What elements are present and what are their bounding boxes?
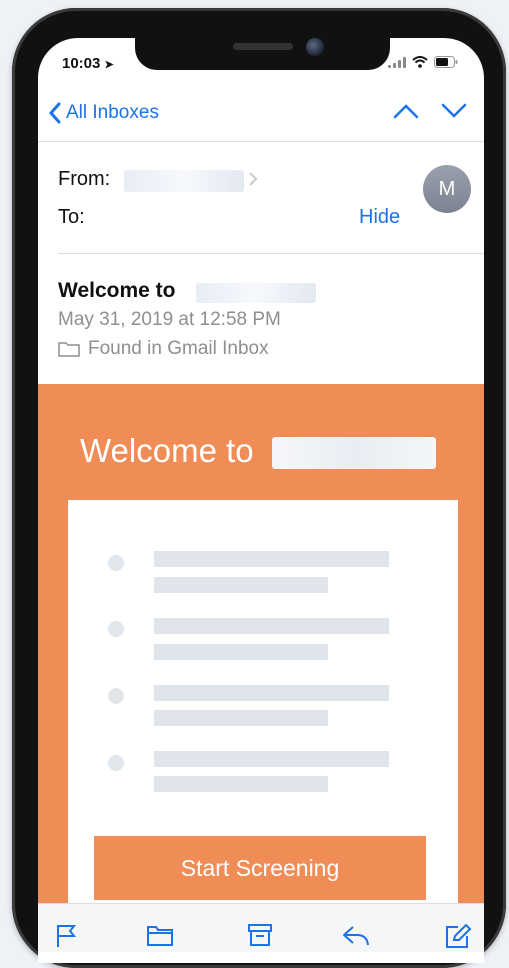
- sender-name-redacted[interactable]: [124, 170, 244, 192]
- message-navigation: [393, 103, 467, 119]
- to-label: To:: [58, 206, 85, 228]
- folder-label: Found in Gmail Inbox: [88, 338, 269, 359]
- chevron-down-icon[interactable]: [441, 103, 467, 119]
- placeholder-line: [154, 551, 389, 567]
- status-icons: [388, 56, 458, 68]
- header-divider: [58, 253, 484, 254]
- chevron-left-icon: [48, 102, 61, 124]
- avatar-initial: M: [438, 177, 456, 200]
- placeholder-bullet: [108, 755, 124, 771]
- chevron-up-icon[interactable]: [393, 103, 419, 119]
- banner-name-redacted: [272, 437, 436, 469]
- folder-icon[interactable]: [146, 923, 174, 947]
- battery-icon: [434, 56, 458, 68]
- placeholder-bullet: [108, 555, 124, 571]
- placeholder-bullet: [108, 621, 124, 637]
- location-arrow-icon: ➤: [104, 59, 114, 71]
- front-camera: [306, 38, 324, 56]
- compose-icon[interactable]: [444, 923, 472, 949]
- placeholder-line: [154, 577, 328, 593]
- status-time: 10:03 ➤: [62, 55, 114, 72]
- all-inboxes-back-button[interactable]: All Inboxes: [48, 102, 159, 124]
- start-screening-button[interactable]: Start Screening: [94, 836, 426, 900]
- from-label: From:: [58, 168, 111, 190]
- placeholder-line: [154, 685, 389, 701]
- banner-title: Welcome to: [80, 432, 254, 469]
- placeholder-line: [154, 710, 328, 726]
- subject-name-redacted: [196, 283, 316, 303]
- placeholder-line: [154, 618, 389, 634]
- placeholder-line: [154, 644, 328, 660]
- status-time-text: 10:03: [62, 55, 101, 72]
- folder-icon: [58, 342, 80, 357]
- flag-icon[interactable]: [54, 923, 78, 949]
- cellular-signal-icon: [388, 56, 406, 68]
- avatar: M: [423, 165, 471, 213]
- placeholder-line: [154, 776, 328, 792]
- wifi-icon: [412, 56, 428, 68]
- reply-icon[interactable]: [341, 923, 371, 947]
- archive-icon[interactable]: [247, 923, 273, 947]
- message-date: May 31, 2019 at 12:58 PM: [58, 309, 281, 330]
- nav-divider: [38, 141, 484, 142]
- placeholder-line: [154, 751, 389, 767]
- phone-speaker: [233, 43, 293, 50]
- folder-info[interactable]: Found in Gmail Inbox: [58, 338, 269, 360]
- hide-details-link[interactable]: Hide: [359, 206, 400, 229]
- placeholder-bullet: [108, 688, 124, 704]
- chevron-right-icon: [249, 172, 258, 186]
- subject-text: Welcome to: [58, 279, 176, 302]
- back-label: All Inboxes: [66, 102, 159, 123]
- start-screening-label: Start Screening: [180, 854, 340, 881]
